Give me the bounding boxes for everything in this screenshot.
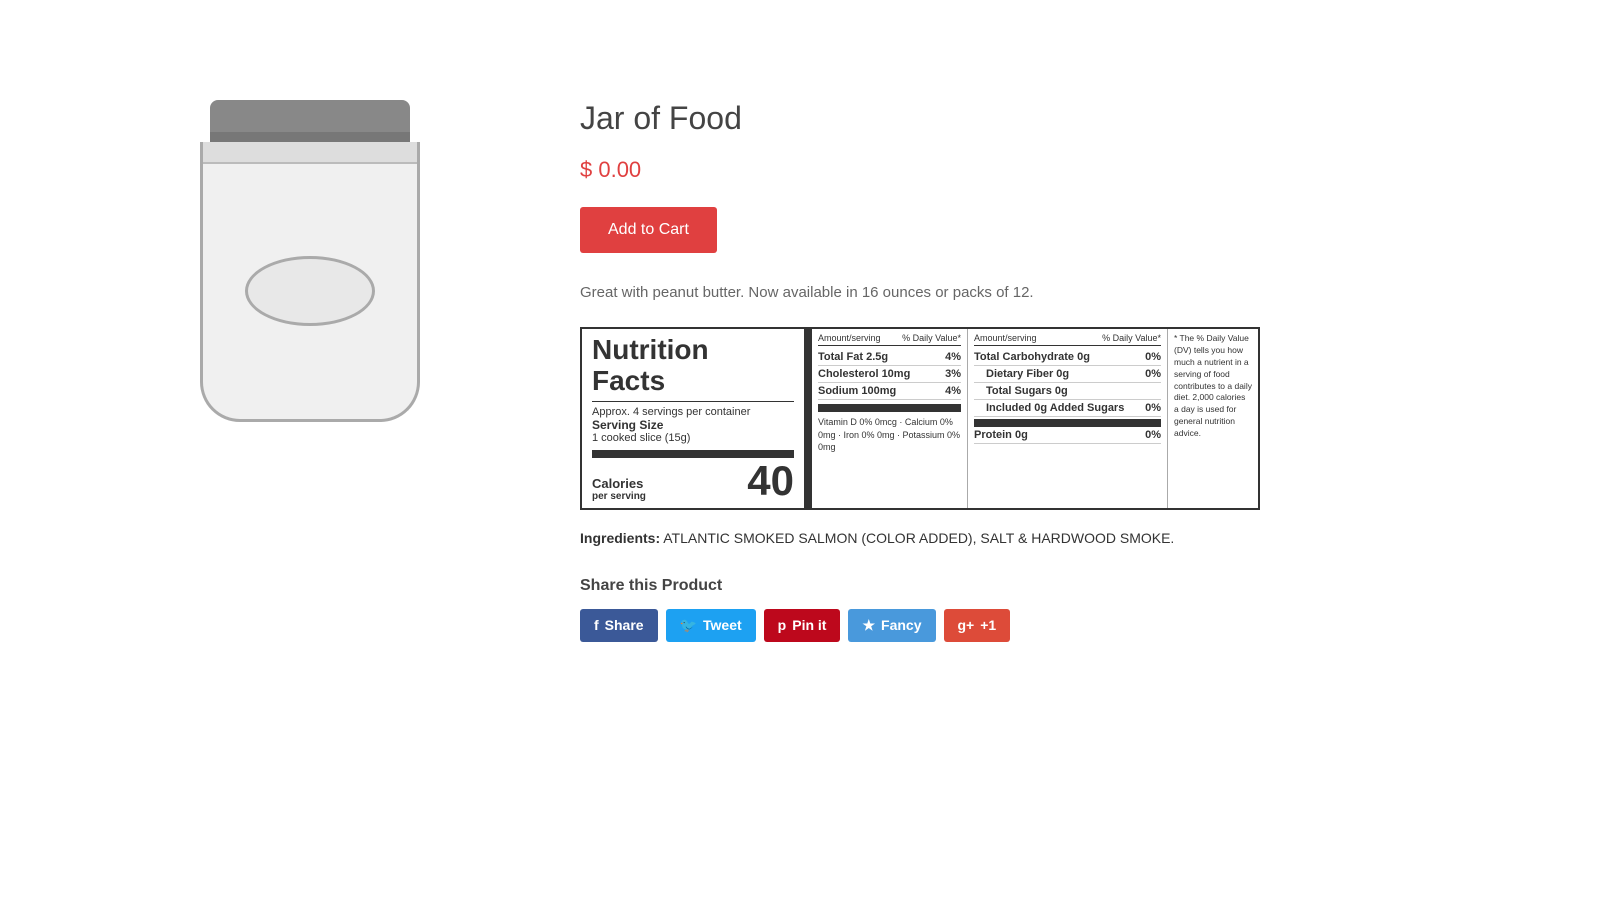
nutrition-right-col: Amount/serving % Daily Value* Total Carb… (968, 329, 1168, 508)
share-fancy-button[interactable]: ★ Fancy (848, 609, 935, 642)
nutrition-row-cholesterol: Cholesterol 10mg 3% (818, 366, 961, 383)
nutrition-title: Nutrition Facts (592, 335, 794, 397)
jar-lid (210, 100, 410, 142)
nutrition-row-carb: Total Carbohydrate 0g 0% (974, 349, 1161, 366)
nutrition-vitamins: Vitamin D 0% 0mcg · Calcium 0% 0mg · Iro… (818, 404, 961, 454)
nutrition-footnote: * The % Daily Value (DV) tells you how m… (1168, 329, 1258, 508)
nutrition-row-protein: Protein 0g 0% (974, 419, 1161, 444)
product-description: Great with peanut butter. Now available … (580, 281, 1480, 305)
nutrition-row-sugars: Total Sugars 0g (974, 383, 1161, 400)
pinterest-icon: p (778, 617, 787, 633)
googleplus-icon: g+ (958, 617, 975, 633)
facebook-icon: f (594, 617, 599, 633)
nutrition-row-sodium: Sodium 100mg 4% (818, 383, 961, 400)
fancy-icon: ★ (862, 617, 875, 634)
nutrition-row-fiber: Dietary Fiber 0g 0% (974, 366, 1161, 383)
nutrition-middle-col: Amount/serving % Daily Value* Total Fat … (812, 329, 968, 508)
share-title: Share this Product (580, 577, 1480, 595)
nutrition-serving-size: Serving Size 1 cooked slice (15g) (592, 418, 794, 444)
nutrition-left-col: Nutrition Facts Approx. 4 servings per c… (582, 329, 812, 508)
nutrition-row-fat: Total Fat 2.5g 4% (818, 349, 961, 366)
jar-body (200, 142, 420, 422)
jar-illustration (180, 100, 440, 440)
nutrition-calories-label: Calories per serving 40 (592, 450, 794, 502)
share-pinterest-button[interactable]: p Pin it (764, 609, 841, 642)
nutrition-row-added-sugars: Included 0g Added Sugars 0% (974, 400, 1161, 417)
page-container: Jar of Food $ 0.00 Add to Cart Great wit… (0, 0, 1600, 722)
twitter-icon: 🐦 (680, 617, 697, 634)
share-section: Share this Product f Share 🐦 Tweet p Pin… (580, 577, 1480, 642)
add-to-cart-button[interactable]: Add to Cart (580, 207, 717, 253)
share-buttons: f Share 🐦 Tweet p Pin it ★ Fancy g+ + (580, 609, 1480, 642)
product-details-col: Jar of Food $ 0.00 Add to Cart Great wit… (580, 80, 1480, 642)
product-title: Jar of Food (580, 100, 1480, 137)
ingredients-text: Ingredients: ATLANTIC SMOKED SALMON (COL… (580, 528, 1480, 549)
nutrition-facts-panel: Nutrition Facts Approx. 4 servings per c… (580, 327, 1260, 510)
product-image-col (120, 80, 500, 440)
nutrition-servings: Approx. 4 servings per container (592, 401, 794, 418)
jar-label-oval (245, 256, 375, 326)
share-googleplus-button[interactable]: g+ +1 (944, 609, 1011, 642)
share-twitter-button[interactable]: 🐦 Tweet (666, 609, 756, 642)
share-facebook-button[interactable]: f Share (580, 609, 658, 642)
product-price: $ 0.00 (580, 157, 1480, 183)
